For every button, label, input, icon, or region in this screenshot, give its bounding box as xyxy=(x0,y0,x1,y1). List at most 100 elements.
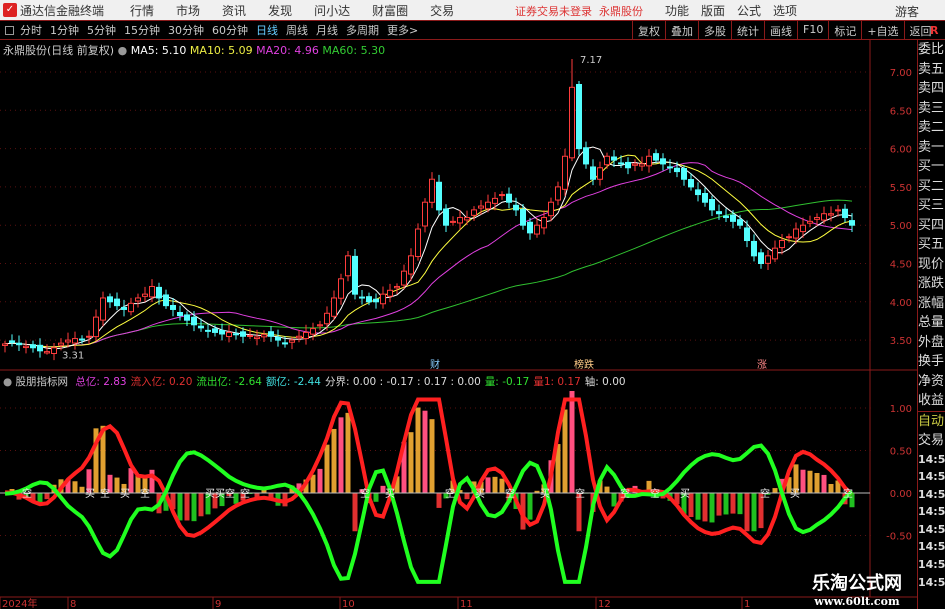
signal-label: 空 xyxy=(445,487,455,500)
current-stock: 永鼎股份 xyxy=(599,5,643,18)
indicator-bar xyxy=(499,478,505,493)
candle-body xyxy=(730,214,736,222)
candle-body xyxy=(849,220,855,226)
ma60-line xyxy=(4,199,853,348)
toolbar-button-7[interactable]: +自选 xyxy=(861,21,903,40)
indicator-bar xyxy=(492,476,498,493)
period-tab-9[interactable]: 多周期 xyxy=(346,24,379,37)
candle-body xyxy=(205,329,211,332)
period-tab-7[interactable]: 周线 xyxy=(286,24,308,37)
candle-body xyxy=(9,340,15,343)
indicator-bar xyxy=(191,493,197,522)
settings-icon[interactable]: ● xyxy=(118,44,128,57)
period-tab-1[interactable]: 1分钟 xyxy=(50,24,79,37)
candle-body xyxy=(23,345,29,349)
indicator-bar xyxy=(464,493,470,500)
candle-body xyxy=(233,333,239,336)
candle-body xyxy=(100,297,106,321)
indicator-bar xyxy=(723,493,729,515)
menu-6[interactable]: 交易 xyxy=(430,4,454,18)
right-menu-1[interactable]: 版面 xyxy=(701,2,725,19)
high-label: 7.17 xyxy=(580,55,602,66)
candle-body xyxy=(380,293,386,305)
period-tab-0[interactable]: 分时 xyxy=(20,24,42,37)
candle-body xyxy=(429,178,435,203)
candle-body xyxy=(534,224,540,235)
candle-body xyxy=(289,339,295,343)
trade-time: 14:56 xyxy=(918,487,945,501)
sidebar-toggle-icon[interactable] xyxy=(5,25,14,35)
signal-label: 买 xyxy=(215,488,225,500)
candle-body xyxy=(513,204,519,211)
candle-body xyxy=(16,342,22,346)
period-tab-4[interactable]: 30分钟 xyxy=(168,24,204,37)
quote-label-16: 换手 xyxy=(918,354,945,369)
indicator-name[interactable]: 股朋指标网 xyxy=(16,376,69,388)
candle-body xyxy=(639,163,645,167)
period-tab-8[interactable]: 月线 xyxy=(316,24,338,37)
candle-body xyxy=(191,316,197,326)
indicator-value-1: 流入亿: 0.20 xyxy=(130,376,193,388)
r-button[interactable]: R xyxy=(930,24,938,37)
price-tick: 7.00 xyxy=(890,68,912,79)
signal-label: 买 xyxy=(120,488,130,500)
period-tab-5[interactable]: 60分钟 xyxy=(212,24,248,37)
indicator-bar xyxy=(611,493,617,507)
quote-panel: 委比 卖五 卖四 卖三 卖二 卖一 买一 买二 买三 买四 买五 现价 涨跌 涨幅 总量 外盘 换手 净资 收益 自动… xyxy=(917,40,945,609)
toolbar-button-5[interactable]: F10 xyxy=(797,21,828,40)
menu-1[interactable]: 市场 xyxy=(176,4,200,18)
right-menu-2[interactable]: 公式 xyxy=(737,2,761,19)
candle-body xyxy=(177,312,183,317)
signal-label: 买 xyxy=(385,488,395,500)
date-label: 10 xyxy=(342,599,355,609)
candle-body xyxy=(387,289,393,297)
menu-4[interactable]: 问小达 xyxy=(314,4,350,18)
candle-body xyxy=(814,217,820,220)
app-logo-icon: ✓ xyxy=(3,3,17,17)
period-tab-6[interactable]: 日线 xyxy=(256,24,278,37)
auto-label[interactable]: 自动 xyxy=(918,410,945,432)
menu-2[interactable]: 资讯 xyxy=(222,4,246,18)
menu-0[interactable]: 行情 xyxy=(130,4,154,18)
toolbar-button-1[interactable]: 叠加 xyxy=(665,21,698,40)
indicator-bar xyxy=(744,493,750,532)
toolbar-button-6[interactable]: 标记 xyxy=(828,21,861,40)
toolbar-button-3[interactable]: 统计 xyxy=(731,21,764,40)
candle-body xyxy=(450,220,456,223)
settings-icon[interactable]: ● xyxy=(3,376,12,388)
user-label[interactable]: 游客 xyxy=(895,3,919,20)
login-status[interactable]: 证券交易未登录 永鼎股份 xyxy=(515,3,643,19)
candle-body xyxy=(555,186,561,201)
quote-label-14: 总量 xyxy=(918,315,945,330)
period-toolbar: 分时 1分钟 5分钟 15分钟 30分钟 60分钟 日线 周线 月线 多周期 更多> 复权 叠加 多股统… xyxy=(0,20,945,40)
toolbar-button-0[interactable]: 复权 xyxy=(632,21,665,40)
indicator-bar xyxy=(198,493,204,517)
quote-label-4: 卖二 xyxy=(918,120,945,135)
candle-body xyxy=(93,316,99,338)
right-menu-3[interactable]: 选项 xyxy=(773,2,797,19)
toolbar-button-4[interactable]: 画线 xyxy=(764,21,797,40)
quote-label-13: 涨幅 xyxy=(918,295,945,311)
right-menu-0[interactable]: 功能 xyxy=(665,2,689,19)
toolbar-button-2[interactable]: 多股 xyxy=(698,21,731,40)
login-status-text: 证券交易未登录 xyxy=(515,5,592,18)
ma20-label: MA20: 4.96 xyxy=(256,44,319,57)
candle-body xyxy=(373,298,379,303)
period-tab-3[interactable]: 15分钟 xyxy=(124,24,160,37)
period-tab-10[interactable]: 更多> xyxy=(387,24,418,37)
menu-3[interactable]: 发现 xyxy=(268,4,292,18)
candle-body xyxy=(723,215,729,219)
candle-body xyxy=(219,329,225,335)
quote-label-8: 买三 xyxy=(918,198,945,213)
candle-body xyxy=(653,153,659,161)
quote-label-3: 卖三 xyxy=(918,100,945,116)
trade-label[interactable]: 交易 xyxy=(918,431,945,451)
menu-5[interactable]: 财富圈 xyxy=(372,4,408,18)
kline-chart[interactable]: 7.00 6.50 6.00 5.50 5.00 4.50 4.00 3.50 1.00 0.50… xyxy=(0,40,917,609)
period-tab-2[interactable]: 5分钟 xyxy=(87,24,116,37)
candle-body xyxy=(58,342,64,346)
indicator-bar xyxy=(79,486,85,493)
candle-body xyxy=(324,312,330,325)
indicator-bar xyxy=(177,493,183,521)
indicator-bar xyxy=(72,481,78,493)
